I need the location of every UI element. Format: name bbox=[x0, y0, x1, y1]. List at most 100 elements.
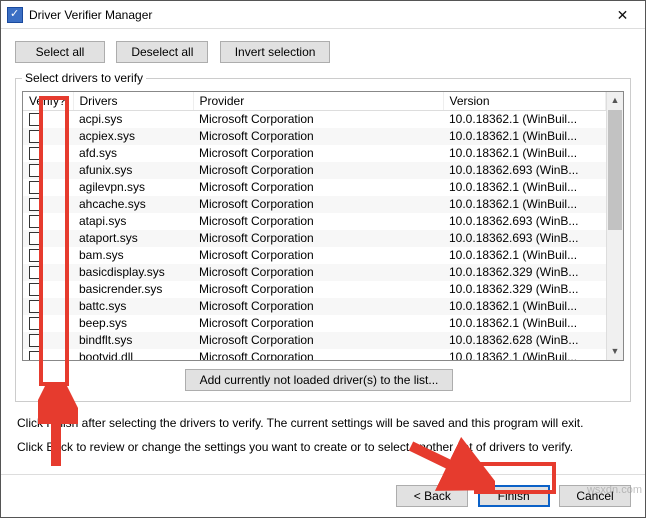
verify-checkbox[interactable] bbox=[29, 334, 42, 347]
table-row[interactable]: afd.sysMicrosoft Corporation10.0.18362.1… bbox=[23, 145, 606, 162]
footer: < Back Finish Cancel bbox=[1, 474, 645, 517]
cell-driver: atapi.sys bbox=[73, 213, 193, 230]
cell-provider: Microsoft Corporation bbox=[193, 332, 443, 349]
col-drivers[interactable]: Drivers bbox=[73, 92, 193, 111]
table-row[interactable]: basicdisplay.sysMicrosoft Corporation10.… bbox=[23, 264, 606, 281]
invert-selection-button[interactable]: Invert selection bbox=[220, 41, 331, 63]
cell-driver: beep.sys bbox=[73, 315, 193, 332]
cell-version: 10.0.18362.1 (WinBuil... bbox=[443, 128, 606, 145]
cell-driver: acpi.sys bbox=[73, 111, 193, 128]
cell-driver: basicdisplay.sys bbox=[73, 264, 193, 281]
cell-version: 10.0.18362.1 (WinBuil... bbox=[443, 145, 606, 162]
verify-checkbox[interactable] bbox=[29, 215, 42, 228]
cell-provider: Microsoft Corporation bbox=[193, 298, 443, 315]
cell-version: 10.0.18362.329 (WinB... bbox=[443, 264, 606, 281]
cell-provider: Microsoft Corporation bbox=[193, 179, 443, 196]
drivers-group: Select drivers to verify Verify? Drivers… bbox=[15, 71, 631, 402]
verify-checkbox[interactable] bbox=[29, 147, 42, 160]
window-title: Driver Verifier Manager bbox=[29, 8, 600, 22]
col-version[interactable]: Version bbox=[443, 92, 606, 111]
hint-back: Click Back to review or change the setti… bbox=[17, 440, 629, 454]
table-row[interactable]: bam.sysMicrosoft Corporation10.0.18362.1… bbox=[23, 247, 606, 264]
verify-checkbox[interactable] bbox=[29, 113, 42, 126]
cell-version: 10.0.18362.693 (WinB... bbox=[443, 162, 606, 179]
table-row[interactable]: acpi.sysMicrosoft Corporation10.0.18362.… bbox=[23, 111, 606, 128]
table-row[interactable]: acpiex.sysMicrosoft Corporation10.0.1836… bbox=[23, 128, 606, 145]
verify-checkbox[interactable] bbox=[29, 283, 42, 296]
add-drivers-button[interactable]: Add currently not loaded driver(s) to th… bbox=[185, 369, 454, 391]
drivers-table-scroll[interactable]: Verify? Drivers Provider Version acpi.sy… bbox=[23, 92, 606, 360]
drivers-table-wrap: Verify? Drivers Provider Version acpi.sy… bbox=[22, 91, 624, 361]
drivers-table: Verify? Drivers Provider Version acpi.sy… bbox=[23, 92, 606, 360]
toolbar: Select all Deselect all Invert selection bbox=[15, 41, 631, 63]
scrollbar-thumb[interactable] bbox=[608, 110, 622, 230]
scroll-up-icon[interactable]: ▲ bbox=[607, 92, 623, 109]
cell-provider: Microsoft Corporation bbox=[193, 128, 443, 145]
table-row[interactable]: agilevpn.sysMicrosoft Corporation10.0.18… bbox=[23, 179, 606, 196]
cell-provider: Microsoft Corporation bbox=[193, 264, 443, 281]
cell-version: 10.0.18362.693 (WinB... bbox=[443, 213, 606, 230]
scroll-down-icon[interactable]: ▼ bbox=[607, 343, 623, 360]
verify-checkbox[interactable] bbox=[29, 317, 42, 330]
group-legend: Select drivers to verify bbox=[22, 71, 146, 85]
table-row[interactable]: beep.sysMicrosoft Corporation10.0.18362.… bbox=[23, 315, 606, 332]
hint-finish: Click Finish after selecting the drivers… bbox=[17, 416, 629, 430]
table-row[interactable]: bindflt.sysMicrosoft Corporation10.0.183… bbox=[23, 332, 606, 349]
verify-checkbox[interactable] bbox=[29, 198, 42, 211]
cell-driver: ataport.sys bbox=[73, 230, 193, 247]
table-row[interactable]: afunix.sysMicrosoft Corporation10.0.1836… bbox=[23, 162, 606, 179]
cell-provider: Microsoft Corporation bbox=[193, 162, 443, 179]
col-provider[interactable]: Provider bbox=[193, 92, 443, 111]
cell-provider: Microsoft Corporation bbox=[193, 213, 443, 230]
cell-version: 10.0.18362.1 (WinBuil... bbox=[443, 111, 606, 128]
table-row[interactable]: atapi.sysMicrosoft Corporation10.0.18362… bbox=[23, 213, 606, 230]
select-all-button[interactable]: Select all bbox=[15, 41, 105, 63]
cell-provider: Microsoft Corporation bbox=[193, 230, 443, 247]
vertical-scrollbar[interactable]: ▲ ▼ bbox=[606, 92, 623, 360]
verify-checkbox[interactable] bbox=[29, 181, 42, 194]
deselect-all-button[interactable]: Deselect all bbox=[116, 41, 208, 63]
verify-checkbox[interactable] bbox=[29, 130, 42, 143]
cell-version: 10.0.18362.693 (WinB... bbox=[443, 230, 606, 247]
cell-version: 10.0.18362.1 (WinBuil... bbox=[443, 349, 606, 361]
back-button[interactable]: < Back bbox=[396, 485, 468, 507]
scrollbar-track[interactable] bbox=[607, 231, 623, 343]
cell-version: 10.0.18362.1 (WinBuil... bbox=[443, 179, 606, 196]
table-row[interactable]: basicrender.sysMicrosoft Corporation10.0… bbox=[23, 281, 606, 298]
cell-driver: ahcache.sys bbox=[73, 196, 193, 213]
cell-provider: Microsoft Corporation bbox=[193, 196, 443, 213]
cell-driver: afunix.sys bbox=[73, 162, 193, 179]
cell-driver: afd.sys bbox=[73, 145, 193, 162]
cell-provider: Microsoft Corporation bbox=[193, 111, 443, 128]
verify-checkbox[interactable] bbox=[29, 232, 42, 245]
app-icon bbox=[7, 7, 23, 23]
cell-driver: bootvid.dll bbox=[73, 349, 193, 361]
cell-version: 10.0.18362.1 (WinBuil... bbox=[443, 315, 606, 332]
table-row[interactable]: bootvid.dllMicrosoft Corporation10.0.183… bbox=[23, 349, 606, 361]
verify-checkbox[interactable] bbox=[29, 164, 42, 177]
cell-version: 10.0.18362.1 (WinBuil... bbox=[443, 247, 606, 264]
cell-provider: Microsoft Corporation bbox=[193, 247, 443, 264]
verify-checkbox[interactable] bbox=[29, 249, 42, 262]
cell-provider: Microsoft Corporation bbox=[193, 349, 443, 361]
content-area: Select all Deselect all Invert selection… bbox=[1, 29, 645, 474]
verify-checkbox[interactable] bbox=[29, 266, 42, 279]
finish-button[interactable]: Finish bbox=[478, 485, 550, 507]
verify-checkbox[interactable] bbox=[29, 351, 42, 360]
close-button[interactable]: ✕ bbox=[600, 1, 645, 29]
watermark: wsxdn.com bbox=[587, 484, 642, 496]
col-verify[interactable]: Verify? bbox=[23, 92, 73, 111]
cell-version: 10.0.18362.1 (WinBuil... bbox=[443, 298, 606, 315]
cell-driver: bindflt.sys bbox=[73, 332, 193, 349]
table-row[interactable]: ataport.sysMicrosoft Corporation10.0.183… bbox=[23, 230, 606, 247]
table-row[interactable]: battc.sysMicrosoft Corporation10.0.18362… bbox=[23, 298, 606, 315]
window-frame: Driver Verifier Manager ✕ Select all Des… bbox=[0, 0, 646, 518]
cell-version: 10.0.18362.329 (WinB... bbox=[443, 281, 606, 298]
cell-provider: Microsoft Corporation bbox=[193, 281, 443, 298]
verify-checkbox[interactable] bbox=[29, 300, 42, 313]
table-row[interactable]: ahcache.sysMicrosoft Corporation10.0.183… bbox=[23, 196, 606, 213]
cell-driver: agilevpn.sys bbox=[73, 179, 193, 196]
cell-version: 10.0.18362.628 (WinB... bbox=[443, 332, 606, 349]
titlebar: Driver Verifier Manager ✕ bbox=[1, 1, 645, 29]
cell-provider: Microsoft Corporation bbox=[193, 315, 443, 332]
